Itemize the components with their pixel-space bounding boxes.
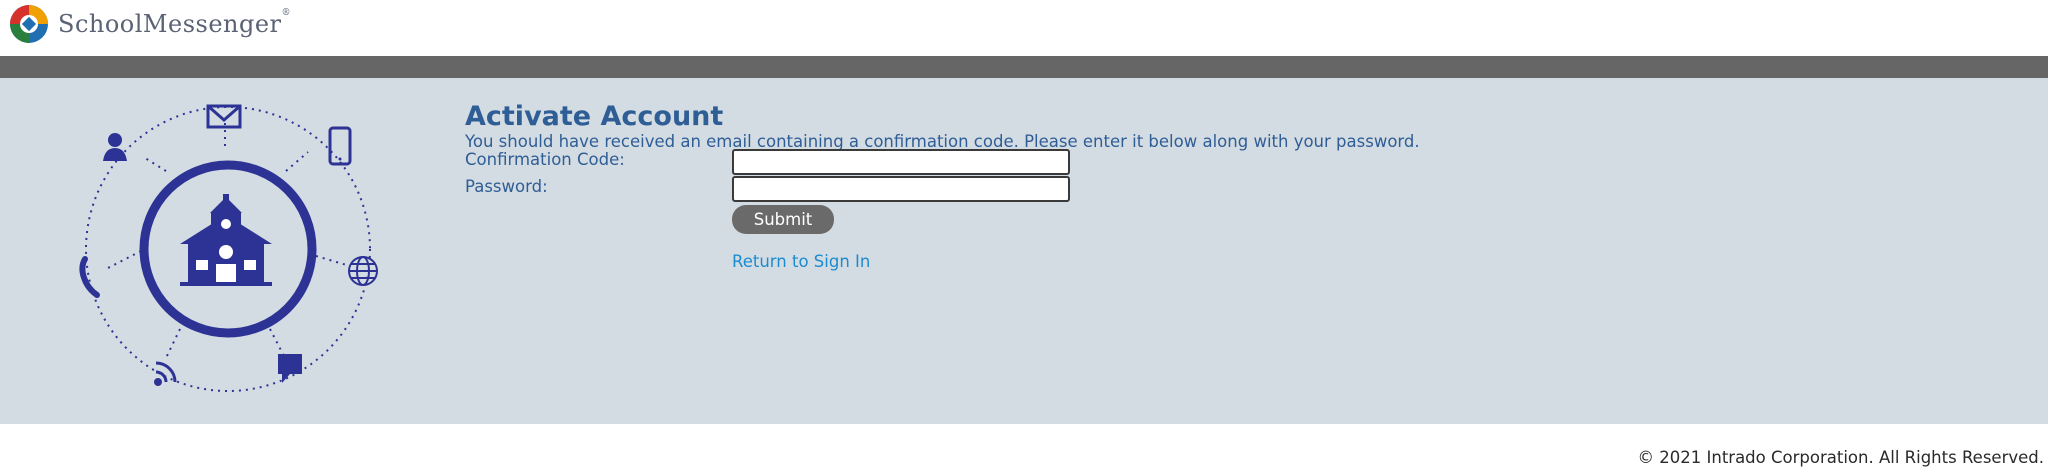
user-icon	[103, 133, 127, 161]
submit-button[interactable]: Submit	[732, 205, 834, 234]
globe-icon	[348, 256, 378, 286]
header-divider-bar	[0, 56, 2048, 78]
brand-name: SchoolMessenger®	[58, 8, 292, 38]
confirmation-code-input[interactable]	[732, 149, 1070, 175]
confirmation-code-label: Confirmation Code:	[465, 150, 625, 169]
rss-icon	[154, 361, 177, 386]
password-row: Password:	[465, 176, 1420, 205]
page-title: Activate Account	[465, 101, 724, 132]
mobile-phone-icon	[328, 126, 352, 166]
chat-bubble-icon	[278, 354, 302, 383]
header: SchoolMessenger®	[0, 0, 2048, 56]
telephone-icon	[79, 256, 100, 298]
schoolhouse-icon	[180, 194, 272, 286]
confirmation-code-row: Confirmation Code:	[465, 149, 1420, 178]
schoolmessenger-logo-icon	[10, 5, 48, 43]
actions-area: Submit Return to Sign In	[465, 205, 1420, 275]
copyright-text: © 2021 Intrado Corporation. All Rights R…	[1637, 448, 2044, 467]
footer: © 2021 Intrado Corporation. All Rights R…	[0, 424, 2048, 472]
password-input[interactable]	[732, 176, 1070, 202]
communication-illustration	[79, 104, 378, 392]
activate-account-form: Activate Account You should have receive…	[465, 100, 1420, 275]
password-label: Password:	[465, 177, 548, 196]
return-to-sign-in-link[interactable]: Return to Sign In	[732, 252, 870, 271]
main-panel: Activate Account You should have receive…	[0, 78, 2048, 424]
